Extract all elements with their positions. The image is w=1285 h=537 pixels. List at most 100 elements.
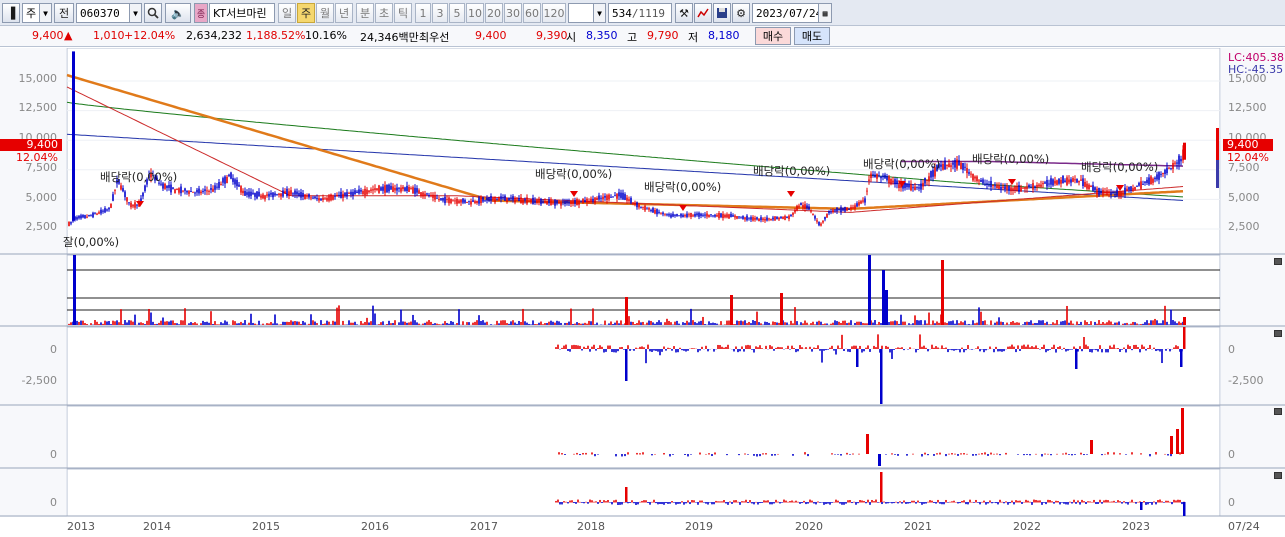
indicator-bar bbox=[671, 349, 673, 351]
indicator-bar bbox=[1091, 349, 1093, 353]
indicator-bar bbox=[866, 434, 869, 454]
volume-bar bbox=[334, 321, 336, 325]
period-day[interactable]: 일 bbox=[278, 3, 296, 23]
interval-10[interactable]: 10 bbox=[466, 3, 484, 23]
indicator-bar bbox=[785, 348, 787, 349]
candle-body bbox=[468, 200, 470, 202]
period-month[interactable]: 월 bbox=[316, 3, 334, 23]
interval-60[interactable]: 60 bbox=[523, 3, 541, 23]
volume-bar bbox=[120, 309, 122, 325]
volume-bar bbox=[1010, 321, 1012, 325]
period-tick[interactable]: 틱 bbox=[394, 3, 412, 23]
indicator-bar bbox=[1013, 502, 1015, 505]
candle-body bbox=[1058, 178, 1060, 184]
indicator-bar bbox=[738, 454, 740, 456]
indicator-bar bbox=[1131, 499, 1133, 503]
indicator-bar bbox=[1105, 349, 1107, 353]
chart-canvas[interactable] bbox=[0, 48, 1285, 537]
candle-body bbox=[846, 207, 848, 211]
volume-bar bbox=[1146, 320, 1148, 325]
indicator-bar bbox=[925, 502, 927, 504]
chevron-down-icon[interactable]: ▼ bbox=[129, 4, 141, 22]
volume-bar bbox=[772, 321, 774, 325]
chart-area[interactable]: 15,000 12,500 10,000 7,500 5,000 2,500 1… bbox=[0, 48, 1285, 537]
count-field[interactable]: 534 /1119 bbox=[608, 3, 672, 23]
buy-button[interactable]: 매수 bbox=[755, 27, 791, 45]
indicator-bar bbox=[1009, 502, 1011, 504]
indicator-bar bbox=[1017, 345, 1019, 349]
pane-close-icon[interactable] bbox=[1274, 258, 1282, 265]
volume-bar bbox=[944, 322, 946, 325]
interval-20[interactable]: 20 bbox=[485, 3, 503, 23]
volume-bar bbox=[1008, 324, 1010, 325]
volume-bar bbox=[728, 320, 730, 325]
interval-3[interactable]: 3 bbox=[432, 3, 448, 23]
code-input[interactable]: 060370 ▼ bbox=[76, 3, 142, 23]
period-second[interactable]: 초 bbox=[375, 3, 393, 23]
indicator-bar bbox=[621, 502, 623, 505]
search-icon[interactable] bbox=[144, 3, 162, 23]
volume-bar bbox=[882, 270, 885, 325]
candle-body bbox=[986, 183, 988, 185]
candle-body bbox=[126, 197, 128, 202]
indicator-bar bbox=[721, 346, 723, 349]
speaker-icon[interactable]: 🔈 bbox=[165, 3, 191, 23]
indicator-bar bbox=[691, 348, 693, 349]
period-year[interactable]: 년 bbox=[335, 3, 353, 23]
period-minute[interactable]: 분 bbox=[356, 3, 374, 23]
candle-body bbox=[288, 191, 290, 197]
line-chart-icon[interactable] bbox=[694, 3, 712, 23]
type-select[interactable]: 주 ▼ bbox=[22, 3, 52, 23]
indicator-bar bbox=[948, 453, 950, 455]
volume-bar bbox=[664, 322, 666, 325]
candle-body bbox=[484, 200, 486, 202]
candle-body bbox=[166, 185, 168, 188]
gear-icon[interactable]: ⚙ bbox=[732, 3, 750, 23]
interval-5[interactable]: 5 bbox=[449, 3, 465, 23]
candle-body bbox=[422, 192, 424, 197]
volume-bar bbox=[572, 323, 574, 325]
period-week[interactable]: 주 bbox=[297, 3, 315, 23]
indicator-bar bbox=[993, 349, 995, 353]
indicator-bar bbox=[1071, 454, 1073, 456]
candle-body bbox=[658, 211, 660, 213]
sell-button[interactable]: 매도 bbox=[794, 27, 830, 45]
save-icon[interactable] bbox=[713, 3, 731, 23]
pane-close-icon[interactable] bbox=[1274, 472, 1282, 479]
pane-close-icon[interactable] bbox=[1274, 408, 1282, 415]
candle-body bbox=[488, 197, 490, 201]
candle-body bbox=[1156, 174, 1158, 180]
indicator-bar bbox=[861, 349, 863, 353]
interval-30[interactable]: 30 bbox=[504, 3, 522, 23]
volume-bar bbox=[226, 321, 228, 325]
indicator-bar bbox=[725, 346, 727, 349]
volume-bar bbox=[792, 323, 794, 325]
indicator-bar bbox=[945, 347, 947, 349]
candle-body bbox=[1038, 184, 1040, 187]
tools-icon[interactable]: ⚒ bbox=[675, 3, 693, 23]
interval-120[interactable]: 120 bbox=[542, 3, 566, 23]
candle-body bbox=[884, 174, 886, 179]
interval-input[interactable]: ▼ bbox=[568, 3, 606, 23]
indicator-bar bbox=[906, 454, 908, 456]
calendar-icon[interactable]: ▦ bbox=[818, 4, 831, 22]
candle-body bbox=[196, 189, 198, 193]
date-field[interactable]: 2023/07/24 ▦ bbox=[752, 3, 832, 23]
volume-bar bbox=[990, 320, 992, 325]
candle-body bbox=[1134, 186, 1136, 190]
volume-bar bbox=[892, 321, 894, 325]
chevron-down-icon[interactable]: ▼ bbox=[39, 4, 51, 22]
interval-1[interactable]: 1 bbox=[415, 3, 431, 23]
indicator-bar bbox=[569, 500, 571, 503]
candle-body bbox=[552, 202, 554, 204]
candle-body bbox=[616, 193, 618, 199]
pane-close-icon[interactable] bbox=[1274, 330, 1282, 337]
prev-button[interactable]: 전 bbox=[54, 3, 74, 23]
indicator-bar bbox=[621, 454, 623, 457]
chart-type-icon[interactable]: ▐ bbox=[2, 3, 20, 23]
indicator-bar bbox=[1041, 454, 1043, 457]
candle-body bbox=[400, 187, 402, 192]
chevron-down-icon[interactable]: ▼ bbox=[593, 4, 605, 22]
indicator-bar bbox=[729, 501, 731, 503]
volume-bar bbox=[474, 321, 476, 325]
